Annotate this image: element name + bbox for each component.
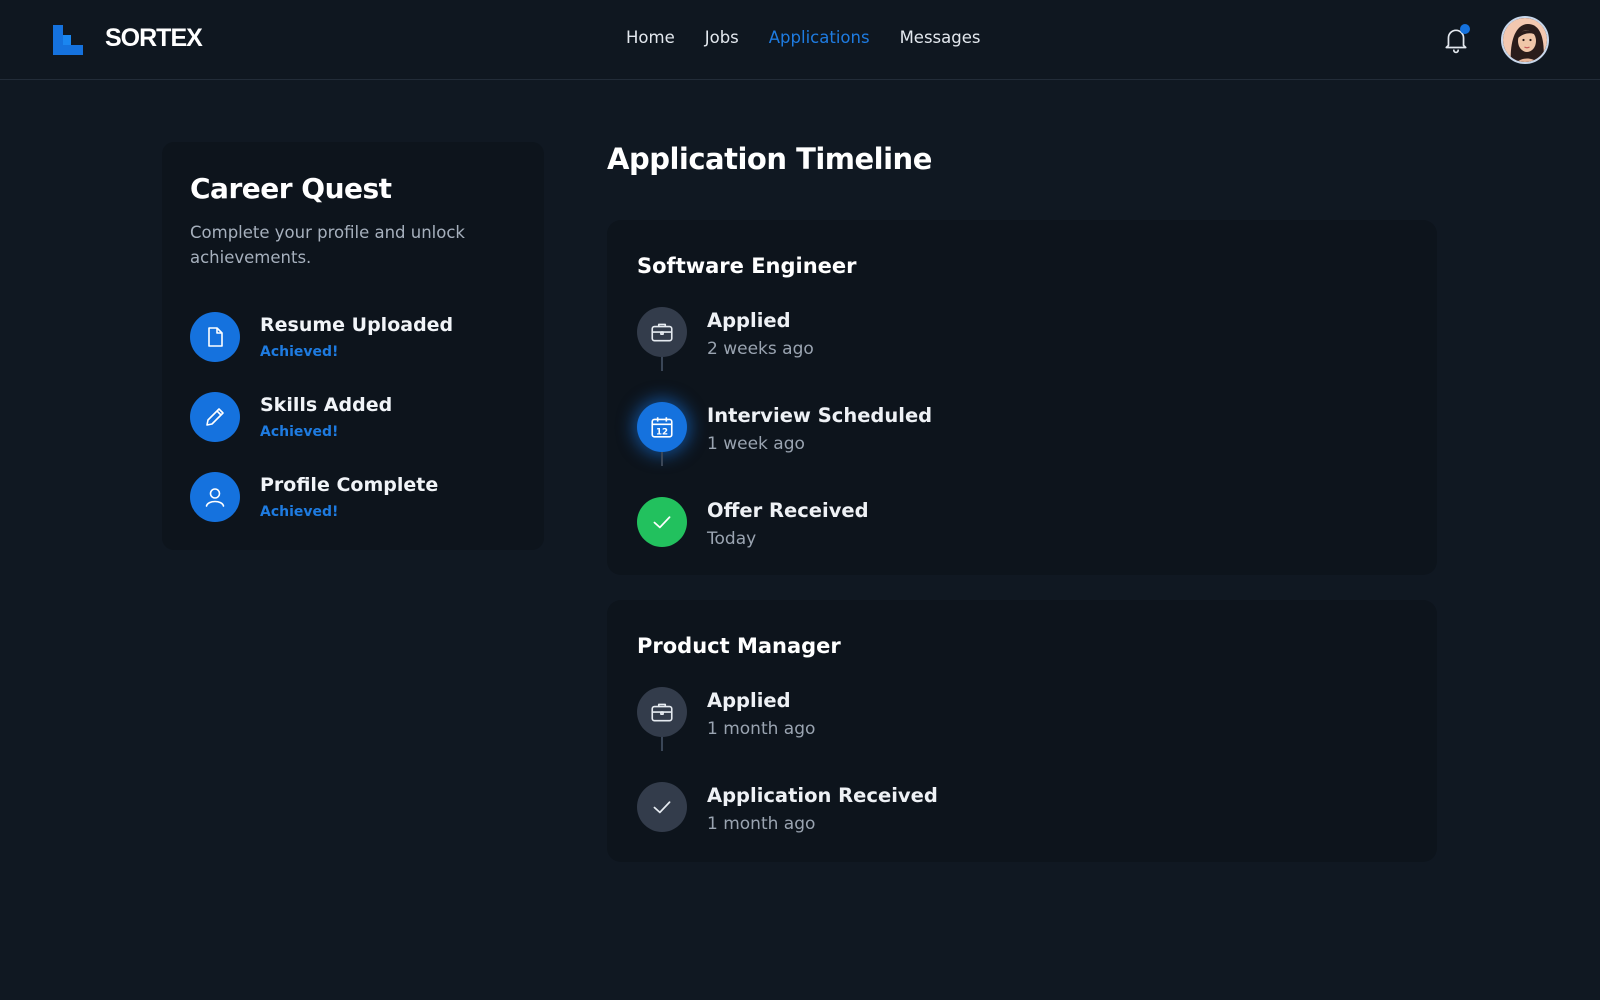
check-icon <box>637 497 687 547</box>
timeline-step: Applied 1 month ago <box>637 687 1337 751</box>
avatar[interactable] <box>1501 16 1549 64</box>
timeline-connector <box>661 357 663 371</box>
application-card: Product Manager Applied 1 month ago Appl… <box>607 600 1437 862</box>
timeline-step: 12 Interview Scheduled 1 week ago <box>637 402 1337 466</box>
step-time: 2 weeks ago <box>707 339 814 359</box>
achievement-status: Achieved! <box>260 424 339 440</box>
calendar-icon: 12 <box>637 402 687 452</box>
career-quest-card: Career Quest Complete your profile and u… <box>162 142 544 550</box>
briefcase-icon <box>637 687 687 737</box>
achievement-title: Resume Uploaded <box>260 314 454 336</box>
brand-name[interactable]: SORTEX <box>105 24 203 53</box>
job-title: Product Manager <box>637 634 841 658</box>
notification-badge <box>1460 24 1470 34</box>
avatar-image <box>1503 18 1547 62</box>
achievement-item: Profile Complete Achieved! <box>190 472 530 524</box>
nav-home[interactable]: Home <box>626 28 675 47</box>
timeline-connector <box>661 737 663 751</box>
achievement-status: Achieved! <box>260 344 339 360</box>
timeline-step: Offer Received Today <box>637 497 1337 553</box>
achievement-item: Skills Added Achieved! <box>190 392 530 444</box>
step-label: Interview Scheduled <box>707 404 933 427</box>
document-icon <box>190 312 240 362</box>
timeline-step: Applied 2 weeks ago <box>637 307 1337 371</box>
step-label: Application Received <box>707 784 938 807</box>
step-label: Offer Received <box>707 499 869 522</box>
achievement-title: Profile Complete <box>260 474 439 496</box>
step-label: Applied <box>707 689 791 712</box>
step-time: 1 month ago <box>707 719 816 739</box>
timeline-step: Application Received 1 month ago <box>637 782 1337 838</box>
step-time: 1 month ago <box>707 814 816 834</box>
briefcase-icon <box>637 307 687 357</box>
calendar-day-glyph: 12 <box>656 427 668 437</box>
nav-messages[interactable]: Messages <box>900 28 981 47</box>
nav-jobs[interactable]: Jobs <box>705 28 739 47</box>
application-card: Software Engineer Applied 2 weeks ago 12… <box>607 220 1437 575</box>
nav-applications[interactable]: Applications <box>769 28 870 47</box>
quest-description: Complete your profile and unlock achieve… <box>190 223 465 267</box>
step-label: Applied <box>707 309 791 332</box>
check-icon <box>637 782 687 832</box>
achievement-status: Achieved! <box>260 504 339 520</box>
top-nav-bar: SORTEX Home Jobs Applications Messages <box>0 0 1600 80</box>
achievement-title: Skills Added <box>260 394 393 416</box>
step-time: Today <box>707 529 757 549</box>
timeline-connector <box>661 452 663 466</box>
achievement-item: Resume Uploaded Achieved! <box>190 312 530 364</box>
pencil-icon <box>190 392 240 442</box>
page-title: Application Timeline <box>607 142 932 176</box>
step-time: 1 week ago <box>707 434 805 454</box>
main-nav: Home Jobs Applications Messages <box>626 28 980 47</box>
quest-title: Career Quest <box>190 172 392 205</box>
logo-icon <box>53 25 83 55</box>
user-icon <box>190 472 240 522</box>
job-title: Software Engineer <box>637 254 857 278</box>
